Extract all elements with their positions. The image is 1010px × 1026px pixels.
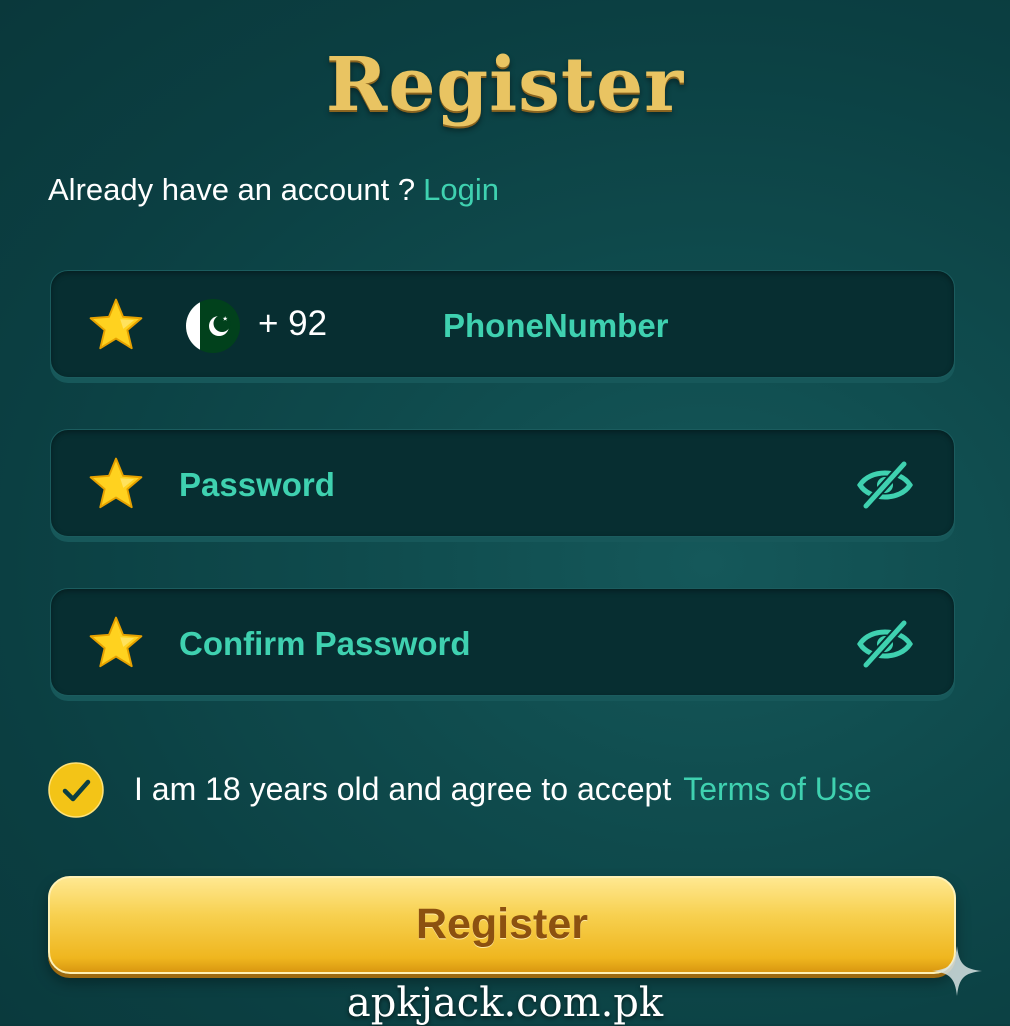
star-icon <box>89 457 143 509</box>
login-link[interactable]: Login <box>423 172 499 207</box>
login-prompt-text: Already have an account ? <box>48 172 416 207</box>
login-prompt: Already have an account ? Login <box>48 172 499 208</box>
confirm-password-placeholder: Confirm Password <box>179 625 471 662</box>
password-placeholder: Password <box>179 466 335 503</box>
pakistan-flag-icon <box>186 299 240 353</box>
password-field[interactable]: Password <box>50 429 955 537</box>
register-button-label: Register <box>415 900 589 948</box>
confirm-password-field[interactable]: Confirm Password <box>50 588 955 696</box>
watermark-text: apkjack.com.pk <box>346 980 664 1026</box>
phone-number-field[interactable]: + 92 PhoneNumber <box>50 270 955 378</box>
eye-off-icon[interactable] <box>856 617 914 671</box>
country-dial-code[interactable]: + 92 <box>258 304 327 344</box>
terms-agreement-text: I am 18 years old and agree to accept <box>134 771 672 807</box>
phone-number-placeholder: PhoneNumber <box>443 307 669 344</box>
page-title: Register <box>325 42 685 128</box>
register-button[interactable]: Register <box>48 876 956 974</box>
eye-off-icon[interactable] <box>856 458 914 512</box>
star-icon <box>89 616 143 668</box>
sparkle-icon <box>932 946 982 996</box>
checkbox-checked-icon[interactable] <box>48 762 104 818</box>
star-icon <box>89 298 143 350</box>
terms-agreement-label: I am 18 years old and agree to accept Ter… <box>134 771 872 808</box>
terms-of-use-link[interactable]: Terms of Use <box>683 771 871 807</box>
